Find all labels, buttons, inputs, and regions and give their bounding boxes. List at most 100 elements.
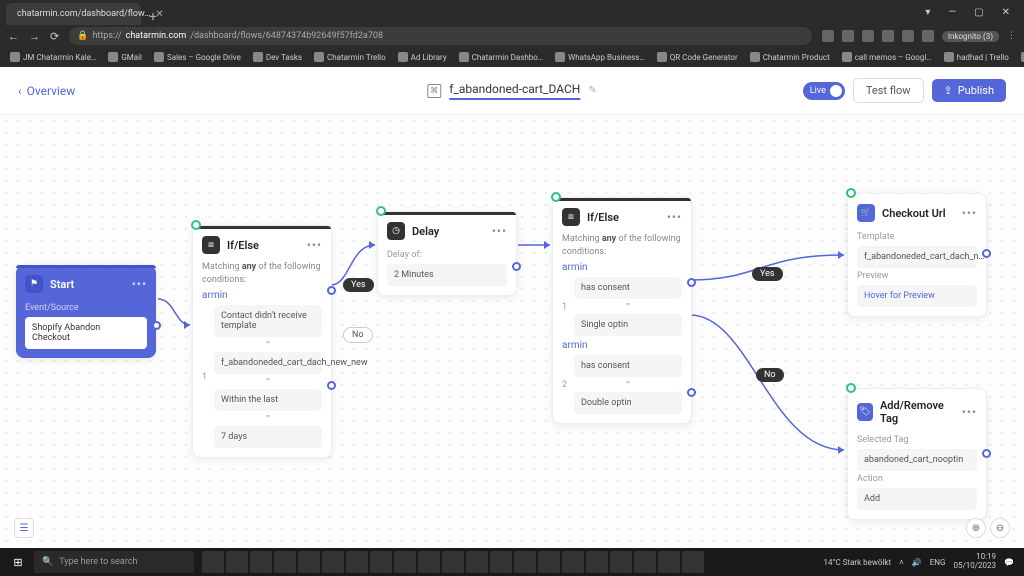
bookmark-item[interactable]: call memos – Googl… bbox=[842, 52, 932, 62]
extension-icon[interactable] bbox=[862, 30, 874, 42]
taskbar-app-icon[interactable] bbox=[514, 551, 536, 573]
help-button[interactable]: ☰ bbox=[14, 518, 34, 538]
node-menu-icon[interactable]: ••• bbox=[132, 277, 147, 291]
taskbar-app-icon[interactable] bbox=[202, 551, 224, 573]
condition-owner[interactable]: armin bbox=[202, 290, 322, 301]
taskbar-app-icon[interactable] bbox=[298, 551, 320, 573]
overview-back-link[interactable]: ‹ Overview bbox=[18, 84, 75, 98]
node-menu-icon[interactable]: ••• bbox=[962, 405, 977, 419]
live-label: Live bbox=[810, 86, 826, 96]
condition-owner[interactable]: armin bbox=[562, 262, 682, 273]
preview-value[interactable]: Hover for Preview bbox=[857, 285, 977, 307]
taskbar-app-icon[interactable] bbox=[322, 551, 344, 573]
bookmark-item[interactable]: Chatarmin Trello bbox=[314, 52, 386, 62]
taskbar-app-icon[interactable] bbox=[562, 551, 584, 573]
taskbar-app-icon[interactable] bbox=[346, 551, 368, 573]
profile-badge[interactable]: Inkognito (3) bbox=[942, 31, 999, 42]
bookmark-item[interactable]: QR Code Generator bbox=[657, 52, 738, 62]
taskbar-app-icon[interactable] bbox=[250, 551, 272, 573]
extension-icon[interactable] bbox=[822, 30, 834, 42]
node-title: Checkout Url bbox=[882, 207, 946, 220]
clock[interactable]: 10:19 05/10/2023 bbox=[953, 553, 996, 571]
browser-menu-icon[interactable]: ⋮ bbox=[1007, 31, 1016, 41]
extension-icon[interactable] bbox=[882, 30, 894, 42]
bookmark-item[interactable]: Dev Tasks bbox=[253, 52, 302, 62]
nav-reload-icon[interactable]: ⟳ bbox=[50, 30, 59, 43]
language-indicator[interactable]: ENG bbox=[930, 558, 946, 567]
bookmark-label: Chatarmin Dashbo… bbox=[472, 53, 544, 62]
output-port-no[interactable] bbox=[687, 388, 696, 397]
bookmark-item[interactable]: hadhad | Trello bbox=[944, 52, 1009, 62]
zoom-out-button[interactable]: ⊖ bbox=[990, 518, 1010, 538]
output-port[interactable] bbox=[152, 321, 161, 330]
node-menu-icon[interactable]: ••• bbox=[492, 224, 507, 238]
tag-node[interactable]: 🏷 Add/Remove Tag ••• Selected Tag abando… bbox=[847, 388, 987, 520]
output-port[interactable] bbox=[982, 449, 991, 458]
taskbar-app-icon[interactable] bbox=[370, 551, 392, 573]
start-node[interactable]: ⚑ Start ••• Event/Source Shopify Abandon… bbox=[16, 265, 156, 358]
taskbar-app-icon[interactable] bbox=[226, 551, 248, 573]
nav-back-icon[interactable]: ← bbox=[8, 30, 19, 43]
taskbar-app-icon[interactable] bbox=[394, 551, 416, 573]
taskbar-search[interactable]: 🔍 Type here to search bbox=[34, 551, 194, 573]
taskbar-app-icon[interactable] bbox=[586, 551, 608, 573]
bookmark-item[interactable]: Sales – Google Drive bbox=[154, 52, 241, 62]
browser-tab[interactable]: chatarmin.com/dashboard/flow… ✕ bbox=[6, 3, 141, 25]
weather-widget[interactable]: 14°C Stark bewölkt bbox=[824, 558, 892, 567]
checkout-url-node[interactable]: 🛒 Checkout Url ••• Template f_abandonede… bbox=[847, 193, 987, 317]
output-port-no[interactable] bbox=[327, 381, 336, 390]
window-close-icon[interactable]: ✕ bbox=[1002, 7, 1010, 18]
extension-icon[interactable] bbox=[902, 30, 914, 42]
publish-button[interactable]: ⇪Publish bbox=[932, 79, 1006, 102]
output-port-yes[interactable] bbox=[687, 278, 696, 287]
bookmark-item[interactable]: Chatarmin Product bbox=[750, 52, 830, 62]
bookmark-item[interactable]: Ad Library bbox=[398, 52, 447, 62]
taskbar-app-icon[interactable] bbox=[682, 551, 704, 573]
zoom-in-button[interactable]: ⊕ bbox=[966, 518, 986, 538]
address-bar[interactable]: 🔒 https://chatarmin.com/dashboard/flows/… bbox=[69, 27, 812, 45]
bookmark-icon bbox=[253, 52, 263, 62]
output-port[interactable] bbox=[512, 262, 521, 271]
selected-tag-value: abandoned_cart_nooptin bbox=[857, 449, 977, 471]
bookmark-item[interactable]: JM Chatarmin Kale… bbox=[10, 52, 96, 62]
node-menu-icon[interactable]: ••• bbox=[962, 206, 977, 220]
taskbar-app-icon[interactable] bbox=[490, 551, 512, 573]
flow-name[interactable]: f_abandoned-cart_DACH bbox=[449, 82, 580, 100]
nav-forward-icon[interactable]: → bbox=[29, 30, 40, 43]
bookmark-item[interactable]: Chatarmin Dashbo… bbox=[459, 52, 544, 62]
window-minimize-icon[interactable]: — bbox=[948, 7, 956, 18]
edit-icon[interactable]: ✎ bbox=[588, 85, 596, 96]
taskbar-app-icon[interactable] bbox=[538, 551, 560, 573]
condition-owner[interactable]: armin bbox=[562, 340, 682, 351]
taskbar-app-icon[interactable] bbox=[274, 551, 296, 573]
bookmark-item[interactable]: WhatsApp Business… bbox=[555, 52, 645, 62]
start-menu-button[interactable]: ⊞ bbox=[4, 550, 32, 574]
test-flow-button[interactable]: Test flow bbox=[853, 78, 924, 103]
taskbar-app-icon[interactable] bbox=[418, 551, 440, 573]
extension-icon[interactable] bbox=[842, 30, 854, 42]
ifelse-node-1[interactable]: ⧈ If/Else ••• Matching any of the follow… bbox=[192, 225, 332, 458]
bookmark-label: Chatarmin Product bbox=[763, 53, 830, 62]
ifelse-node-2[interactable]: ⧈ If/Else ••• Matching any of the follow… bbox=[552, 197, 692, 424]
taskbar-app-icon[interactable] bbox=[466, 551, 488, 573]
flow-canvas[interactable]: ⚑ Start ••• Event/Source Shopify Abandon… bbox=[0, 115, 1024, 548]
tray-icon[interactable]: 🔊 bbox=[912, 558, 922, 567]
window-dropdown-icon[interactable]: ▾ bbox=[925, 7, 930, 18]
live-toggle[interactable]: Live bbox=[803, 82, 845, 100]
tray-chevron-icon[interactable]: ˄ bbox=[899, 558, 904, 567]
taskbar-app-icon[interactable] bbox=[634, 551, 656, 573]
taskbar-app-icon[interactable] bbox=[610, 551, 632, 573]
notification-icon[interactable]: 💬 bbox=[1004, 558, 1014, 567]
node-menu-icon[interactable]: ••• bbox=[667, 210, 682, 224]
taskbar-app-icon[interactable] bbox=[658, 551, 680, 573]
status-indicator-icon bbox=[191, 220, 201, 230]
taskbar-app-icon[interactable] bbox=[442, 551, 464, 573]
node-menu-icon[interactable]: ••• bbox=[307, 238, 322, 252]
bookmark-item[interactable]: GMail bbox=[108, 52, 142, 62]
new-tab-button[interactable]: + bbox=[141, 9, 165, 25]
delay-node[interactable]: ◷ Delay ••• Delay of: 2 Minutes bbox=[377, 211, 517, 296]
output-port[interactable] bbox=[982, 249, 991, 258]
extension-icon[interactable] bbox=[922, 30, 934, 42]
window-maximize-icon[interactable]: ▢ bbox=[974, 7, 983, 18]
output-port-yes[interactable] bbox=[327, 286, 336, 295]
